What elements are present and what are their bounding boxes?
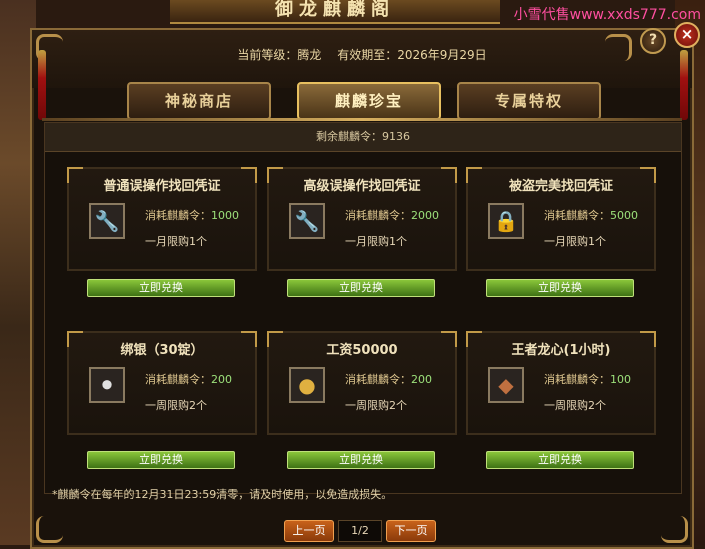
cost-value: 5000 [610, 209, 638, 222]
redeem-button[interactable]: 立即兑换 [287, 279, 435, 297]
tab-mystery-shop[interactable]: 神秘商店 [127, 82, 271, 120]
corner-ornament-icon [36, 516, 63, 543]
cost-prefix: 消耗麒麟令： [544, 209, 610, 222]
gold-money-icon[interactable]: ● [289, 367, 325, 403]
item-title: 工资50000 [326, 343, 398, 358]
treasure-panel: 剩余麒麟令：9136 普通误操作找回凭证 🔧 消耗麒麟令：1000 一月限购1个… [44, 122, 682, 494]
next-page-button[interactable]: 下一页 [386, 520, 436, 542]
prev-page-button[interactable]: 上一页 [284, 520, 334, 542]
redeem-button[interactable]: 立即兑换 [486, 451, 634, 469]
help-button[interactable]: ? [640, 28, 666, 54]
redeem-button[interactable]: 立即兑换 [87, 279, 235, 297]
silver-ingot-icon[interactable]: ⚫ [89, 367, 125, 403]
dragon-head-icon[interactable]: ◆ [488, 367, 524, 403]
redeem-button[interactable]: 立即兑换 [287, 451, 435, 469]
item-card: 工资50000 ● 消耗麒麟令：200 一周限购2个 [267, 331, 457, 435]
item-limit: 一月限购1个 [544, 235, 606, 248]
item-card: 王者龙心(1小时) ◆ 消耗麒麟令：100 一周限购2个 [466, 331, 656, 435]
item-cost: 消耗麒麟令：2000 [345, 207, 439, 223]
item-cost: 消耗麒麟令：200 [345, 371, 432, 387]
item-cost: 消耗麒麟令：5000 [544, 207, 638, 223]
remaining-tokens: 剩余麒麟令：9136 [45, 123, 681, 152]
item-title: 普通误操作找回凭证 [103, 179, 221, 194]
banner-title: 御龙麒麟阁 [170, 0, 500, 24]
tab-divider [42, 118, 682, 121]
item-card: 高级误操作找回凭证 🔧 消耗麒麟令：2000 一月限购1个 [267, 167, 457, 271]
watermark-text: 小雪代售www.xxds777.com [513, 7, 701, 23]
item-card: 被盗完美找回凭证 🔒 消耗麒麟令：5000 一月限购1个 [466, 167, 656, 271]
close-button[interactable]: × [674, 22, 700, 48]
corner-ornament-icon [661, 516, 688, 543]
item-card: 绑银（30锭） ⚫ 消耗麒麟令：200 一周限购2个 [67, 331, 257, 435]
qilin-pavilion-window: 当前等级：腾龙 有效期至：2026年9月29日 ? × 神秘商店 麒麟珍宝 专属… [30, 22, 700, 549]
cost-prefix: 消耗麒麟令： [145, 209, 211, 222]
current-level-label: 当前等级：腾龙 [237, 48, 322, 62]
lock-icon[interactable]: 🔒 [488, 203, 524, 239]
item-title: 被盗完美找回凭证 [508, 179, 613, 194]
level-info: 当前等级：腾龙 有效期至：2026年9月29日 [32, 46, 692, 63]
wrench-icon[interactable]: 🔧 [89, 203, 125, 239]
item-cost: 消耗麒麟令：200 [145, 371, 232, 387]
cost-value: 100 [610, 373, 631, 386]
cost-value: 2000 [411, 209, 439, 222]
item-limit: 一周限购2个 [544, 399, 606, 412]
item-limit: 一月限购1个 [145, 235, 207, 248]
item-title: 绑银（30锭） [120, 343, 204, 358]
item-title: 高级误操作找回凭证 [303, 179, 421, 194]
cost-value: 200 [211, 373, 232, 386]
page-indicator: 1/2 [338, 520, 382, 542]
expiry-date-label: 有效期至：2026年9月29日 [337, 48, 487, 62]
tab-exclusive-privilege[interactable]: 专属特权 [457, 82, 601, 120]
reset-note: *麒麟令在每年的12月31日23:59清零，请及时使用，以免造成损失。 [52, 488, 393, 501]
redeem-button[interactable]: 立即兑换 [486, 279, 634, 297]
wrench-icon[interactable]: 🔧 [289, 203, 325, 239]
cost-prefix: 消耗麒麟令： [145, 373, 211, 386]
item-cost: 消耗麒麟令：100 [544, 371, 631, 387]
cost-prefix: 消耗麒麟令： [345, 209, 411, 222]
tab-qilin-treasure[interactable]: 麒麟珍宝 [297, 82, 441, 120]
item-limit: 一周限购2个 [145, 399, 207, 412]
item-limit: 一月限购1个 [345, 235, 407, 248]
cost-prefix: 消耗麒麟令： [544, 373, 610, 386]
cost-value: 1000 [211, 209, 239, 222]
item-card: 普通误操作找回凭证 🔧 消耗麒麟令：1000 一月限购1个 [67, 167, 257, 271]
redeem-button[interactable]: 立即兑换 [87, 451, 235, 469]
cost-value: 200 [411, 373, 432, 386]
tab-bar: 神秘商店 麒麟珍宝 专属特权 [127, 82, 607, 120]
item-cost: 消耗麒麟令：1000 [145, 207, 239, 223]
cost-prefix: 消耗麒麟令： [345, 373, 411, 386]
item-limit: 一周限购2个 [345, 399, 407, 412]
item-title: 王者龙心(1小时) [511, 343, 611, 358]
